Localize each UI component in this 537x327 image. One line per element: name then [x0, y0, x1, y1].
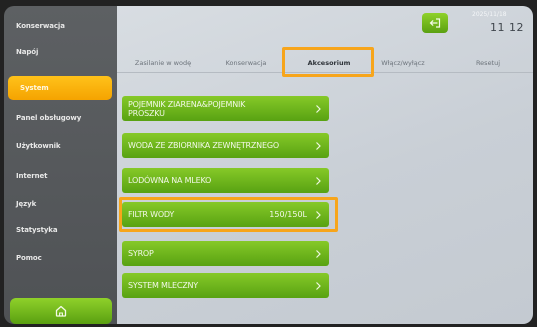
time-display: 11 12 — [490, 21, 524, 34]
menu-item-syrop[interactable]: SYROP — [122, 241, 329, 266]
sidebar-item-label: Użytkownik — [16, 142, 61, 150]
tab-label: Zasilanie w wodę — [134, 59, 192, 67]
sidebar-item-panel-obslugowy[interactable]: Panel obsługowy — [4, 106, 117, 130]
chevron-right-icon — [316, 249, 321, 258]
sidebar-item-label: Konserwacja — [16, 22, 65, 30]
menu-item-system-mleczny[interactable]: SYSTEM MLECZNY — [122, 273, 329, 298]
chevron-right-icon — [316, 104, 321, 113]
exit-icon — [429, 18, 441, 28]
exit-button[interactable] — [422, 13, 448, 33]
screen: Konserwacja Napój System Panel obsługowy… — [0, 0, 537, 327]
home-button[interactable] — [10, 298, 112, 324]
tab-zasilanie-w-wode[interactable]: Zasilanie w wodę — [125, 54, 201, 72]
sidebar-item-label: Statystyka — [16, 226, 58, 234]
sidebar: Konserwacja Napój System Panel obsługowy… — [4, 6, 117, 324]
sidebar-item-label: System — [20, 84, 49, 92]
tab-label: Włącz/wyłącz — [381, 59, 425, 67]
sidebar-item-label: Panel obsługowy — [16, 114, 82, 122]
menu-item-pojemnik-ziarena[interactable]: POJEMNIK ZIARENA&POJEMNIK PROSZKU — [122, 96, 329, 121]
menu-item-label: SYSTEM MLECZNY — [128, 281, 198, 290]
chevron-right-icon — [316, 281, 321, 290]
menu-item-label: WODA ZE ZBIORNIKA ZEWNĘTRZNEGO — [128, 141, 279, 150]
home-icon — [55, 305, 67, 317]
sidebar-item-label: Pomoc — [16, 254, 42, 262]
sidebar-item-pomoc[interactable]: Pomoc — [4, 246, 117, 270]
tab-label: Resetuj — [475, 59, 501, 67]
sidebar-item-jezyk[interactable]: Język — [4, 192, 117, 216]
sidebar-item-statystyka[interactable]: Statystyka — [4, 218, 117, 242]
sidebar-item-internet[interactable]: Internet — [4, 164, 117, 188]
menu-item-label: POJEMNIK ZIARENA&POJEMNIK PROSZKU — [128, 99, 246, 118]
sidebar-item-system[interactable]: System — [8, 76, 112, 100]
sidebar-item-label: Napój — [16, 48, 39, 56]
sidebar-item-uzytkownik[interactable]: Użytkownik — [4, 134, 117, 158]
chevron-right-icon — [316, 176, 321, 185]
tab-resetuj[interactable]: Resetuj — [457, 54, 519, 72]
tab-highlight-frame — [282, 47, 374, 77]
tab-konserwacja[interactable]: Konserwacja — [215, 54, 277, 72]
tab-label: Konserwacja — [225, 59, 267, 67]
menu-item-lodowna-na-mleko[interactable]: LODÓWNA NA MLEKO — [122, 168, 329, 193]
sidebar-item-konserwacja[interactable]: Konserwacja — [4, 14, 117, 38]
sidebar-item-label: Język — [16, 200, 37, 208]
item-highlight-frame — [119, 197, 338, 232]
menu-item-woda-ze-zbiornika[interactable]: WODA ZE ZBIORNIKA ZEWNĘTRZNEGO — [122, 133, 329, 158]
tab-wlacz-wylacz[interactable]: Włącz/wyłącz — [367, 54, 439, 72]
menu-item-label: LODÓWNA NA MLEKO — [128, 176, 212, 185]
main-panel: 2025/11/18 11 12 Zasilanie w wodę Konser… — [117, 6, 533, 324]
sidebar-item-label: Internet — [16, 172, 48, 180]
sidebar-item-napoj[interactable]: Napój — [4, 40, 117, 64]
chevron-right-icon — [316, 141, 321, 150]
menu-item-label: SYROP — [128, 249, 154, 258]
date-display: 2025/11/18 — [472, 11, 507, 18]
